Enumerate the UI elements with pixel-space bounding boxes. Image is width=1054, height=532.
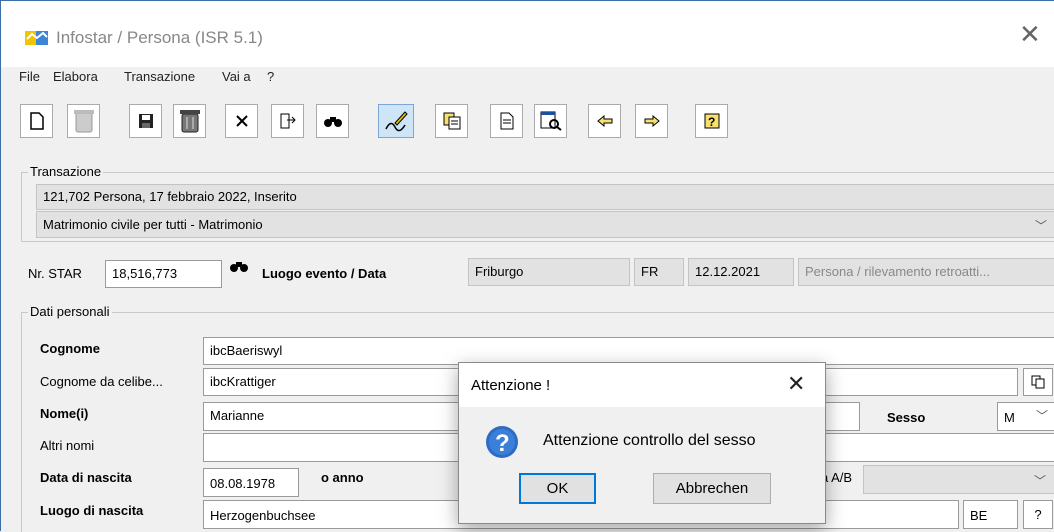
search-star-binoculars-icon[interactable] [230,259,252,281]
cognome-value: ibcBaeriswyl [210,343,283,358]
svg-text:?: ? [708,115,715,129]
title-bar: Infostar / Persona (ISR 5.1) ✕ [1,1,1054,67]
dati-personali-legend: Dati personali [28,304,112,319]
chevron-down-icon: ﹀ [1034,474,1047,488]
nome-label: Nome(i) [40,406,89,421]
arrow-right-icon[interactable] [635,104,668,138]
luogo-nascita-value: Herzogenbuchsee [210,508,316,523]
question-icon: ? [485,425,519,459]
luogo-evento-label: Luogo evento / Data [262,266,387,281]
dialog-message: Attenzione controllo del sesso [543,432,756,449]
chevron-down-icon[interactable]: ﹀ [1035,217,1047,234]
transazione-summary: 121,702 Persona, 17 febbraio 2022, Inser… [36,184,1054,210]
menu-elabora[interactable]: Elabora [53,69,98,84]
menu-file[interactable]: File [19,69,40,84]
sesso-select[interactable]: M ﹀ [997,402,1054,431]
save-icon[interactable] [129,104,162,138]
star-label: Nr. STAR [28,266,82,281]
nome-value: Marianne [210,408,265,423]
altri-nomi-label: Altri nomi [40,438,95,453]
data-nascita-value: 08.08.1978 [210,476,276,491]
chevron-down-icon: ﹀ [1036,409,1049,423]
cancel-x-icon[interactable] [225,104,258,138]
copy-small-icon [1031,375,1045,389]
data-nascita-field[interactable]: 08.08.1978 [203,468,299,497]
cognome-celibe-label: Cognome da celibe... [40,374,163,389]
close-window-icon[interactable]: ✕ [1019,21,1041,47]
menu-help[interactable]: ? [267,69,274,84]
svg-text:?: ? [495,430,510,457]
find-document-icon[interactable] [534,104,567,138]
dialog-close-icon[interactable]: ✕ [787,371,805,397]
warning-dialog: Attenzione ! ✕ ? Attenzione controllo de… [458,362,826,524]
copy-icon[interactable] [435,104,468,138]
ab-select[interactable]: ﹀ [863,465,1054,494]
dialog-title-bar: Attenzione ! ✕ [459,363,825,407]
menu-transazione[interactable]: Transazione [124,69,195,84]
new-document-icon[interactable] [20,104,53,138]
luogo-nascita-help-button[interactable]: ? [1023,500,1053,529]
cognome-celibe-value: ibcKrattiger [210,374,276,389]
menu-vai-a[interactable]: Vai a [222,69,251,84]
transazione-type-value: Matrimonio civile per tutti - Matrimonio [43,217,263,232]
edit-sign-icon[interactable] [378,104,414,138]
luogo-nascita-canton-field[interactable]: BE [963,500,1018,529]
window-title: Infostar / Persona (ISR 5.1) [56,28,263,47]
star-number-field[interactable]: 18,516,773 [105,260,222,288]
help-icon[interactable]: ? [695,104,728,138]
data-evento-field: 12.12.2021 [688,258,794,286]
document-icon[interactable] [490,104,523,138]
cognome-label: Cognome [40,341,100,356]
insert-icon[interactable] [271,104,304,138]
luogo-evento-field: Friburgo [468,258,630,286]
arrow-left-icon[interactable] [588,104,621,138]
anno-label: o anno [321,470,364,485]
app-window: Infostar / Persona (ISR 5.1) ✕ File Elab… [0,0,1054,532]
transazione-legend: Transazione [28,164,104,179]
dialog-title: Attenzione ! [471,377,551,394]
luogo-nascita-label: Luogo di nascita [40,503,144,518]
ok-button[interactable]: OK [519,473,596,504]
app-logo-icon [25,29,49,47]
delete-disabled-icon[interactable] [67,104,100,138]
search-binoculars-icon[interactable] [316,104,349,138]
tipo-rilevamento-select[interactable]: Persona / rilevamento retroatti... [798,258,1054,286]
sesso-label: Sesso [887,410,926,425]
menu-bar: File Elabora Transazione Vai a ? [1,67,1054,89]
star-number-value: 18,516,773 [112,266,178,281]
sesso-value: M [1004,410,1015,425]
transazione-type-select[interactable]: Matrimonio civile per tutti - Matrimonio [36,211,1054,238]
luogo-nascita-canton-value: BE [970,508,988,523]
copy-name-button[interactable] [1023,368,1053,396]
abbrechen-button[interactable]: Abbrechen [653,473,771,504]
cognome-field[interactable]: ibcBaeriswyl [203,337,1054,365]
canton-evento-field: FR [634,258,684,286]
trash-icon[interactable] [173,104,206,138]
data-nascita-label: Data di nascita [40,470,132,485]
